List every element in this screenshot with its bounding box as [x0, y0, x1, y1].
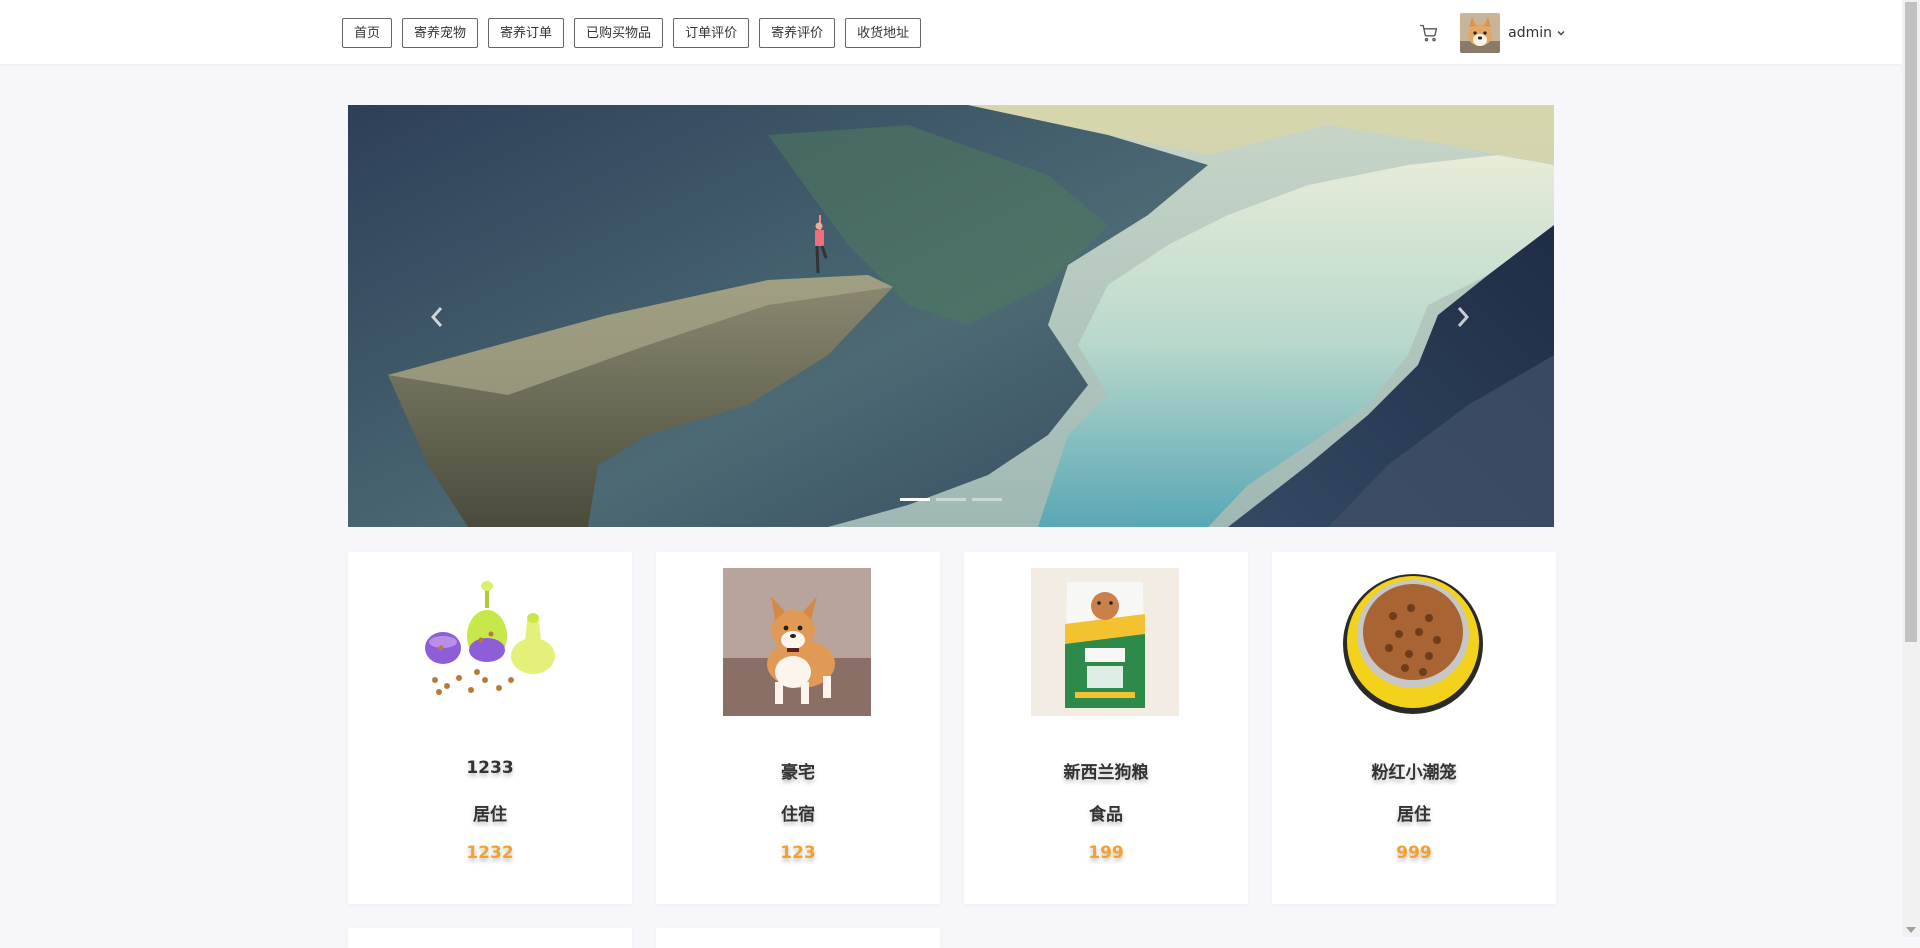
user-area: admin — [1418, 13, 1566, 53]
carousel-indicators — [900, 498, 1002, 501]
product-card[interactable]: 粉红小潮笼 居住 999 — [1272, 552, 1556, 904]
product-name: 豪宅 — [781, 763, 815, 783]
nav-shipping-address[interactable]: 收货地址 — [845, 18, 922, 48]
user-name[interactable]: admin — [1508, 25, 1552, 41]
product-image-corgi — [723, 568, 871, 716]
cart-icon[interactable] — [1418, 22, 1440, 44]
product-name: 新西兰狗粮 — [1063, 763, 1149, 783]
nav-boarding-orders[interactable]: 寄养订单 — [488, 18, 565, 48]
product-image-food-bowl — [1339, 568, 1487, 716]
nav-order-reviews[interactable]: 订单评价 — [673, 18, 750, 48]
chevron-left-icon[interactable] — [425, 302, 449, 332]
banner-carousel[interactable] — [348, 105, 1554, 527]
main-nav: 首页 寄养宠物 寄养订单 已购买物品 订单评价 寄养评价 收货地址 — [342, 18, 922, 48]
product-card-partial[interactable] — [348, 928, 632, 948]
chevron-down-icon[interactable] — [1556, 28, 1566, 38]
product-image-dog-food — [1031, 568, 1179, 716]
banner-image — [348, 105, 1554, 527]
product-price: 1232 — [466, 843, 514, 863]
carousel-indicator-1[interactable] — [900, 498, 930, 501]
product-card[interactable]: 豪宅 住宿 123 — [656, 552, 940, 904]
scrollbar-thumb[interactable] — [1905, 2, 1917, 642]
nav-purchased-items[interactable]: 已购买物品 — [574, 18, 664, 48]
page-scrollbar[interactable] — [1902, 0, 1920, 937]
product-category: 食品 — [1089, 805, 1123, 825]
product-card-partial[interactable] — [656, 928, 940, 948]
product-name: 1233 — [466, 758, 514, 778]
carousel-indicator-3[interactable] — [972, 498, 1002, 501]
product-price: 199 — [1088, 843, 1124, 863]
product-price: 999 — [1396, 843, 1432, 863]
chevron-right-icon[interactable] — [1451, 302, 1475, 332]
product-name: 粉红小潮笼 — [1371, 763, 1457, 783]
carousel-indicator-2[interactable] — [936, 498, 966, 501]
product-grid: 1233 居住 1232 豪宅 住宿 123 新西兰狗粮 食品 199 粉红小潮… — [348, 552, 1556, 948]
product-image-toy — [415, 568, 563, 716]
header: 首页 寄养宠物 寄养订单 已购买物品 订单评价 寄养评价 收货地址 admin — [0, 0, 1902, 64]
nav-home[interactable]: 首页 — [342, 18, 393, 48]
nav-boarding-pets[interactable]: 寄养宠物 — [402, 18, 479, 48]
product-category: 居住 — [1397, 805, 1431, 825]
product-category: 住宿 — [781, 805, 815, 825]
product-card[interactable]: 1233 居住 1232 — [348, 552, 632, 904]
nav-boarding-reviews[interactable]: 寄养评价 — [759, 18, 836, 48]
product-price: 123 — [780, 843, 816, 863]
avatar[interactable] — [1460, 13, 1501, 53]
product-card[interactable]: 新西兰狗粮 食品 199 — [964, 552, 1248, 904]
scroll-down-icon[interactable] — [1906, 927, 1916, 933]
product-category: 居住 — [473, 805, 507, 825]
